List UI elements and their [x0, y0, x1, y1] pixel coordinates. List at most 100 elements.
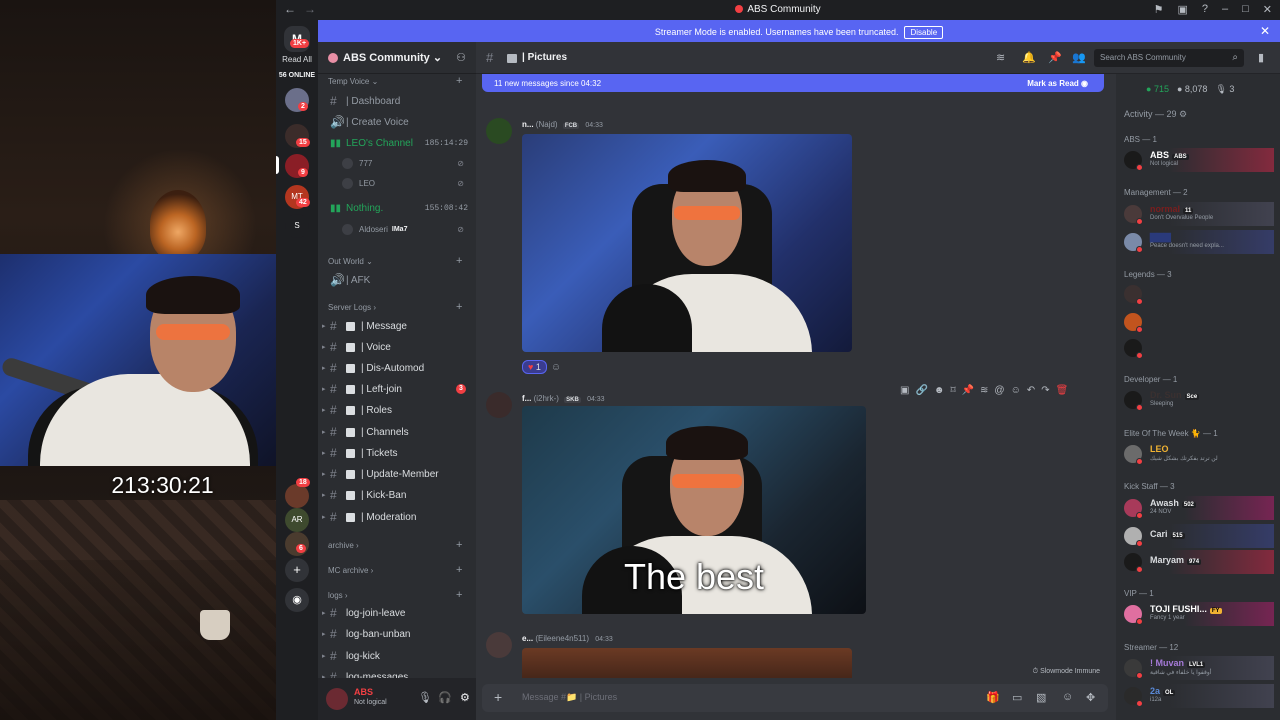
voice-user[interactable]: LEO ⊘: [342, 175, 472, 191]
member-row[interactable]: ! Muvan LVL1 أوقفوا يا خلفاء في شاقية: [1124, 656, 1274, 680]
inbox-icon[interactable]: ▮: [1258, 51, 1264, 64]
channel-dashboard[interactable]: # | Dashboard: [322, 92, 472, 110]
member-row[interactable]: 2a OL i12a: [1124, 684, 1274, 708]
inbox-icon[interactable]: ⚑: [1154, 3, 1164, 16]
member-row[interactable]: Awash 502 24 NOV: [1124, 496, 1274, 520]
channel-moderation[interactable]: ▸ # | Moderation: [322, 508, 472, 526]
author-name[interactable]: e...: [522, 634, 533, 643]
member-row[interactable]: ABS ABS Not logical: [1124, 148, 1274, 172]
settings-gear-icon[interactable]: ⚙: [460, 691, 470, 704]
category-server-logs[interactable]: Server Logs › +: [328, 301, 462, 313]
server-icon[interactable]: [285, 484, 309, 508]
message[interactable]: e... (Eileene4n511) 04:33: [476, 632, 1116, 678]
channel-tickets[interactable]: ▸ # | Tickets: [322, 444, 472, 462]
add-server-icon[interactable]: +: [285, 558, 309, 582]
voice-channel-nothing[interactable]: ▮▮ Nothing. 155:08:42: [322, 199, 472, 217]
member-row[interactable]: normal 11 Don't Overvalue People: [1124, 202, 1274, 226]
message-input[interactable]: Message #📁 | Pictures: [522, 692, 617, 703]
channel-voice[interactable]: ▸ # | Voice: [322, 338, 472, 356]
channel-log-kick[interactable]: ▸ # log-kick: [322, 647, 472, 665]
disable-button[interactable]: Disable: [904, 26, 944, 39]
avatar[interactable]: [486, 392, 512, 418]
server-icon[interactable]: S: [285, 214, 309, 238]
channel-create-voice[interactable]: 🔊 | Create Voice: [322, 113, 472, 131]
member-row[interactable]: Dr. Sun Sce Sleeping: [1124, 388, 1274, 412]
add-channel-icon[interactable]: +: [456, 301, 462, 313]
member-row[interactable]: [1124, 336, 1274, 360]
member-row[interactable]: [1124, 282, 1274, 306]
author-name[interactable]: f...: [522, 394, 531, 403]
category-temp-voice[interactable]: Temp Voice ⌄ +: [328, 75, 462, 87]
channel-update-member[interactable]: ▸ # | Update-Member: [322, 465, 472, 483]
author-name[interactable]: n...: [522, 120, 534, 129]
message[interactable]: n... (Najd) FCB 04:33 ♥ 1 ☺: [476, 118, 1116, 380]
search-input[interactable]: Search ABS Community ⌕: [1094, 49, 1244, 67]
emoji-icon[interactable]: ☺: [1062, 691, 1073, 703]
channel-kick-ban[interactable]: ▸ # | Kick-Ban: [322, 486, 472, 504]
add-channel-icon[interactable]: +: [456, 589, 462, 601]
headphones-icon[interactable]: 🎧: [438, 691, 452, 704]
video-attachment[interactable]: The best: [522, 406, 866, 614]
member-row[interactable]: LEO لن ترتد بفكرتك بشكل شيك: [1124, 442, 1274, 466]
read-all-button[interactable]: Read All: [276, 55, 318, 64]
voice-user[interactable]: Aldoseri IMa7 ⊘: [342, 221, 472, 237]
channel-message[interactable]: ▸ # | Message: [322, 317, 472, 335]
add-channel-icon[interactable]: +: [456, 75, 462, 87]
bell-icon[interactable]: 🔔: [1022, 51, 1036, 64]
image-attachment[interactable]: [522, 134, 852, 352]
channel-afk[interactable]: 🔊 | AFK: [322, 271, 472, 289]
close-banner-icon[interactable]: ✕: [1260, 24, 1270, 38]
heart-reaction[interactable]: ♥ 1: [522, 360, 547, 374]
category-logs[interactable]: logs › +: [328, 589, 462, 601]
gift-icon[interactable]: 🎁: [986, 691, 1000, 704]
close-icon[interactable]: ✕: [1263, 3, 1272, 16]
invite-icon[interactable]: ⚇: [456, 51, 466, 64]
activity-heading[interactable]: Activity — 29 ⚙: [1124, 109, 1187, 120]
member-list-icon[interactable]: 👥: [1072, 51, 1086, 64]
channel-dis-automod[interactable]: ▸ # | Dis-Automod: [322, 359, 472, 377]
maximize-icon[interactable]: □: [1242, 3, 1249, 16]
category-out-world[interactable]: Out World ⌄ +: [328, 255, 462, 267]
channel-left-join[interactable]: ▸ # | Left-join 3: [322, 380, 472, 398]
add-channel-icon[interactable]: +: [456, 539, 462, 551]
avatar[interactable]: [326, 688, 348, 710]
add-reaction-icon[interactable]: ☺: [551, 362, 561, 373]
channel-log-messages[interactable]: ▸ # log-messages: [322, 668, 472, 678]
category-archive[interactable]: archive › +: [328, 539, 462, 551]
guild-header[interactable]: ABS Community ⌄ ⚇: [318, 42, 476, 74]
attach-plus-icon[interactable]: +: [494, 689, 502, 705]
apps-icon[interactable]: ✥: [1086, 691, 1095, 704]
voice-channel-leo[interactable]: ▮▮ LEO's Channel 185:14:29: [322, 134, 472, 152]
mark-as-read-button[interactable]: Mark as Read ◉: [1027, 79, 1088, 88]
avatar[interactable]: [486, 118, 512, 144]
channel-log-join-leave[interactable]: ▸ # log-join-leave: [322, 604, 472, 622]
gif-icon[interactable]: ▭: [1012, 691, 1022, 704]
add-channel-icon[interactable]: +: [456, 255, 462, 267]
category-mc-archive[interactable]: MC archive › +: [328, 564, 462, 576]
channel-log-ban-unban[interactable]: ▸ # log-ban-unban: [322, 625, 472, 643]
channel-roles[interactable]: ▸ # | Roles: [322, 401, 472, 419]
member-row[interactable]: Cari 515: [1124, 524, 1274, 548]
image-attachment[interactable]: [522, 648, 852, 678]
threads-icon[interactable]: ≋: [996, 51, 1005, 64]
server-icon[interactable]: AR: [285, 508, 309, 532]
sticker-icon[interactable]: ▧: [1036, 691, 1046, 704]
discover-icon[interactable]: ◉: [285, 588, 309, 612]
new-messages-bar[interactable]: 11 new messages since 04:32 Mark as Read…: [482, 74, 1104, 92]
help-icon[interactable]: ?: [1202, 3, 1208, 16]
member-row[interactable]: [1124, 310, 1274, 334]
member-row[interactable]: TOJI FUSHI... FY Fancy 1 year: [1124, 602, 1274, 626]
screen-icon[interactable]: ▣: [1177, 3, 1187, 16]
microphone-icon[interactable]: 🎙: [418, 691, 432, 704]
message[interactable]: f... (i2hrk-) SKB 04:33 The best: [476, 392, 1116, 620]
message-composer[interactable]: + Message #📁 | Pictures 🎁 ▭ ▧ ☺ ✥: [482, 684, 1108, 712]
member-row[interactable]: ▇▇▇ Peace doesn't need expla...: [1124, 230, 1274, 254]
avatar[interactable]: [486, 632, 512, 658]
add-channel-icon[interactable]: +: [456, 564, 462, 576]
member-row[interactable]: Maryam 974: [1124, 550, 1274, 574]
channel-channels[interactable]: ▸ # | Channels: [322, 423, 472, 441]
pin-icon[interactable]: 📌: [1048, 51, 1062, 64]
minimize-icon[interactable]: –: [1222, 3, 1228, 16]
voice-user[interactable]: 777 ⊘: [342, 155, 472, 171]
page-icon: [346, 427, 355, 437]
